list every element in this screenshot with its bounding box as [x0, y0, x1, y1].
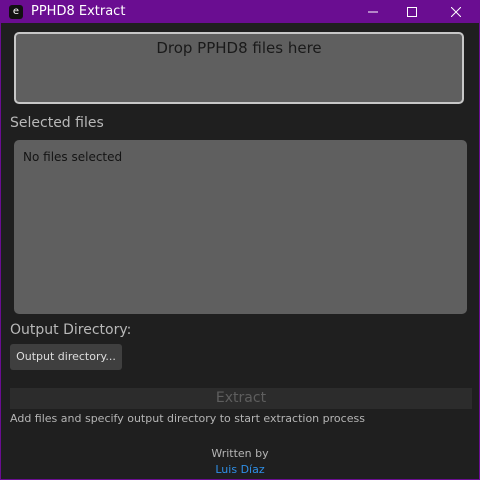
selected-files-list[interactable]: No files selected [14, 140, 467, 314]
minimize-icon [368, 11, 378, 13]
credit-label: Written by [211, 447, 269, 460]
app-window: e PPHD8 Extract Drop PPHD8 files here Se… [0, 0, 480, 480]
maximize-button[interactable] [393, 1, 431, 23]
close-button[interactable] [437, 1, 475, 23]
close-icon [451, 7, 461, 17]
window-title: PPHD8 Extract [31, 4, 126, 19]
maximize-icon [407, 7, 417, 17]
file-drop-zone[interactable]: Drop PPHD8 files here [14, 32, 464, 104]
title-bar[interactable]: e PPHD8 Extract [1, 1, 479, 23]
extract-button[interactable]: Extract [10, 388, 472, 409]
minimize-button[interactable] [354, 1, 392, 23]
empty-list-message: No files selected [23, 150, 123, 164]
drop-zone-label: Drop PPHD8 files here [156, 39, 322, 57]
output-directory-heading: Output Directory: [10, 322, 132, 338]
author-link[interactable]: Luis Díaz [1, 463, 479, 476]
status-message: Add files and specify output directory t… [10, 412, 365, 425]
selected-files-heading: Selected files [10, 115, 104, 131]
app-logo-icon: e [9, 5, 23, 19]
output-directory-button[interactable]: Output directory... [10, 344, 122, 370]
